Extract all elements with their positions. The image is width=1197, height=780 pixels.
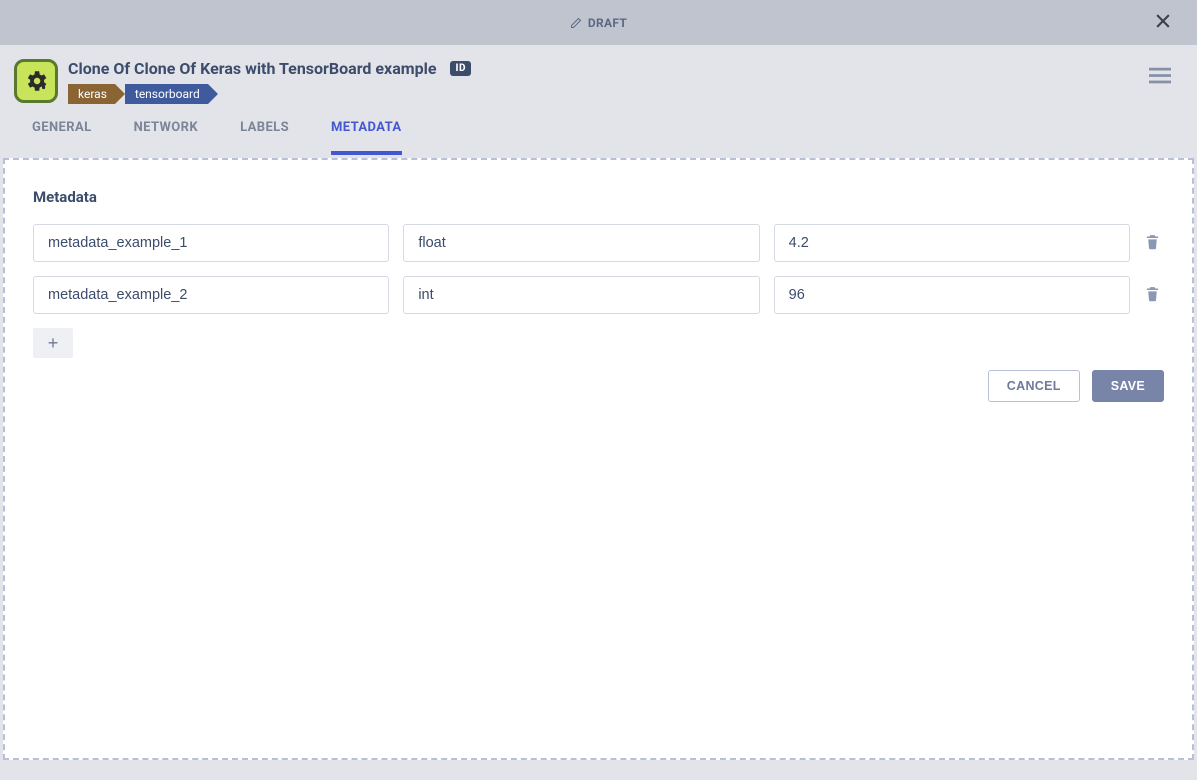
close-icon [1153,11,1173,31]
metadata-value-input[interactable] [774,276,1130,314]
add-row-button[interactable]: + [33,328,73,358]
tab-metadata[interactable]: METADATA [331,120,402,155]
metadata-panel: Metadata + CANCEL SAVE [3,158,1194,760]
metadata-type-input[interactable] [403,276,759,314]
gear-icon [23,68,49,94]
page-title: Clone Of Clone Of Keras with TensorBoard… [68,59,436,78]
draft-label: DRAFT [588,16,627,30]
id-badge[interactable]: ID [450,61,470,76]
delete-row-button[interactable] [1144,285,1164,306]
header: Clone Of Clone Of Keras with TensorBoard… [0,45,1197,104]
save-button[interactable]: SAVE [1092,370,1164,402]
top-bar: DRAFT [0,0,1197,45]
metadata-row [33,276,1164,314]
metadata-value-input[interactable] [774,224,1130,262]
trash-icon [1144,233,1161,250]
tags: keras tensorboard [68,84,471,104]
draft-status: DRAFT [570,16,627,30]
plus-icon: + [48,333,59,354]
metadata-key-input[interactable] [33,276,389,314]
metadata-row [33,224,1164,262]
pencil-icon [570,17,582,29]
tab-labels[interactable]: LABELS [240,120,289,155]
tab-network[interactable]: NETWORK [134,120,199,155]
experiment-logo [14,59,58,103]
delete-row-button[interactable] [1144,233,1164,254]
menu-button[interactable] [1149,67,1171,89]
metadata-key-input[interactable] [33,224,389,262]
actions: CANCEL SAVE [33,370,1164,402]
close-button[interactable] [1153,11,1173,35]
tag-keras[interactable]: keras [68,84,115,104]
hamburger-icon [1149,67,1171,85]
trash-icon [1144,285,1161,302]
tabs: GENERAL NETWORK LABELS METADATA [0,104,1197,155]
tag-tensorboard[interactable]: tensorboard [125,84,208,104]
metadata-type-input[interactable] [403,224,759,262]
tab-general[interactable]: GENERAL [32,120,92,155]
panel-heading: Metadata [33,188,1164,206]
cancel-button[interactable]: CANCEL [988,370,1080,402]
